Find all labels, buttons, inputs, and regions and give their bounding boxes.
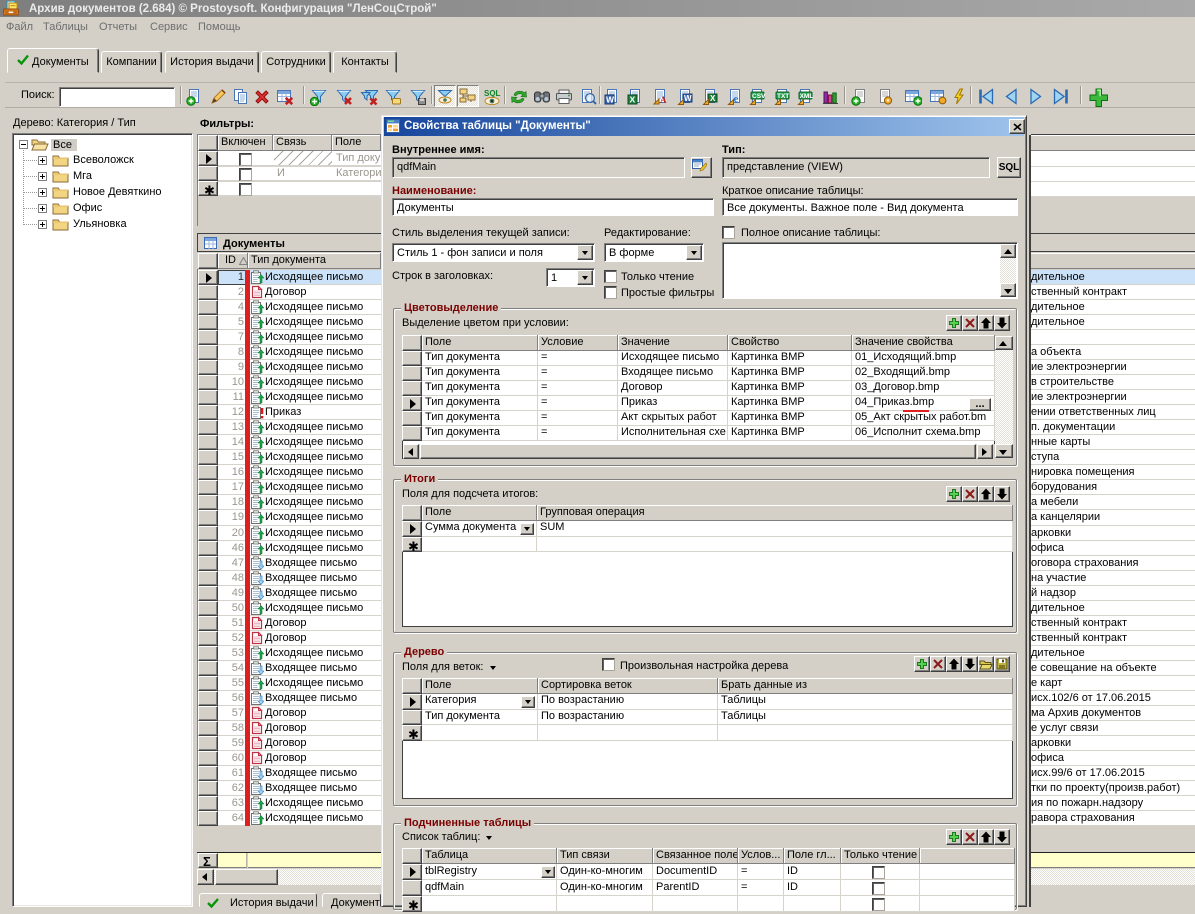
svg-text:XML: XML — [800, 93, 814, 100]
svg-text:SQL: SQL — [484, 89, 501, 98]
svg-text:X: X — [710, 94, 716, 103]
svg-text:A: A — [660, 95, 667, 105]
svg-text:W: W — [684, 94, 692, 103]
svg-text:X: X — [630, 95, 636, 105]
svg-text:e: e — [734, 93, 739, 105]
svg-text:W: W — [606, 95, 615, 105]
svg-text:TXT: TXT — [777, 93, 789, 100]
svg-text:CSV: CSV — [752, 93, 766, 100]
